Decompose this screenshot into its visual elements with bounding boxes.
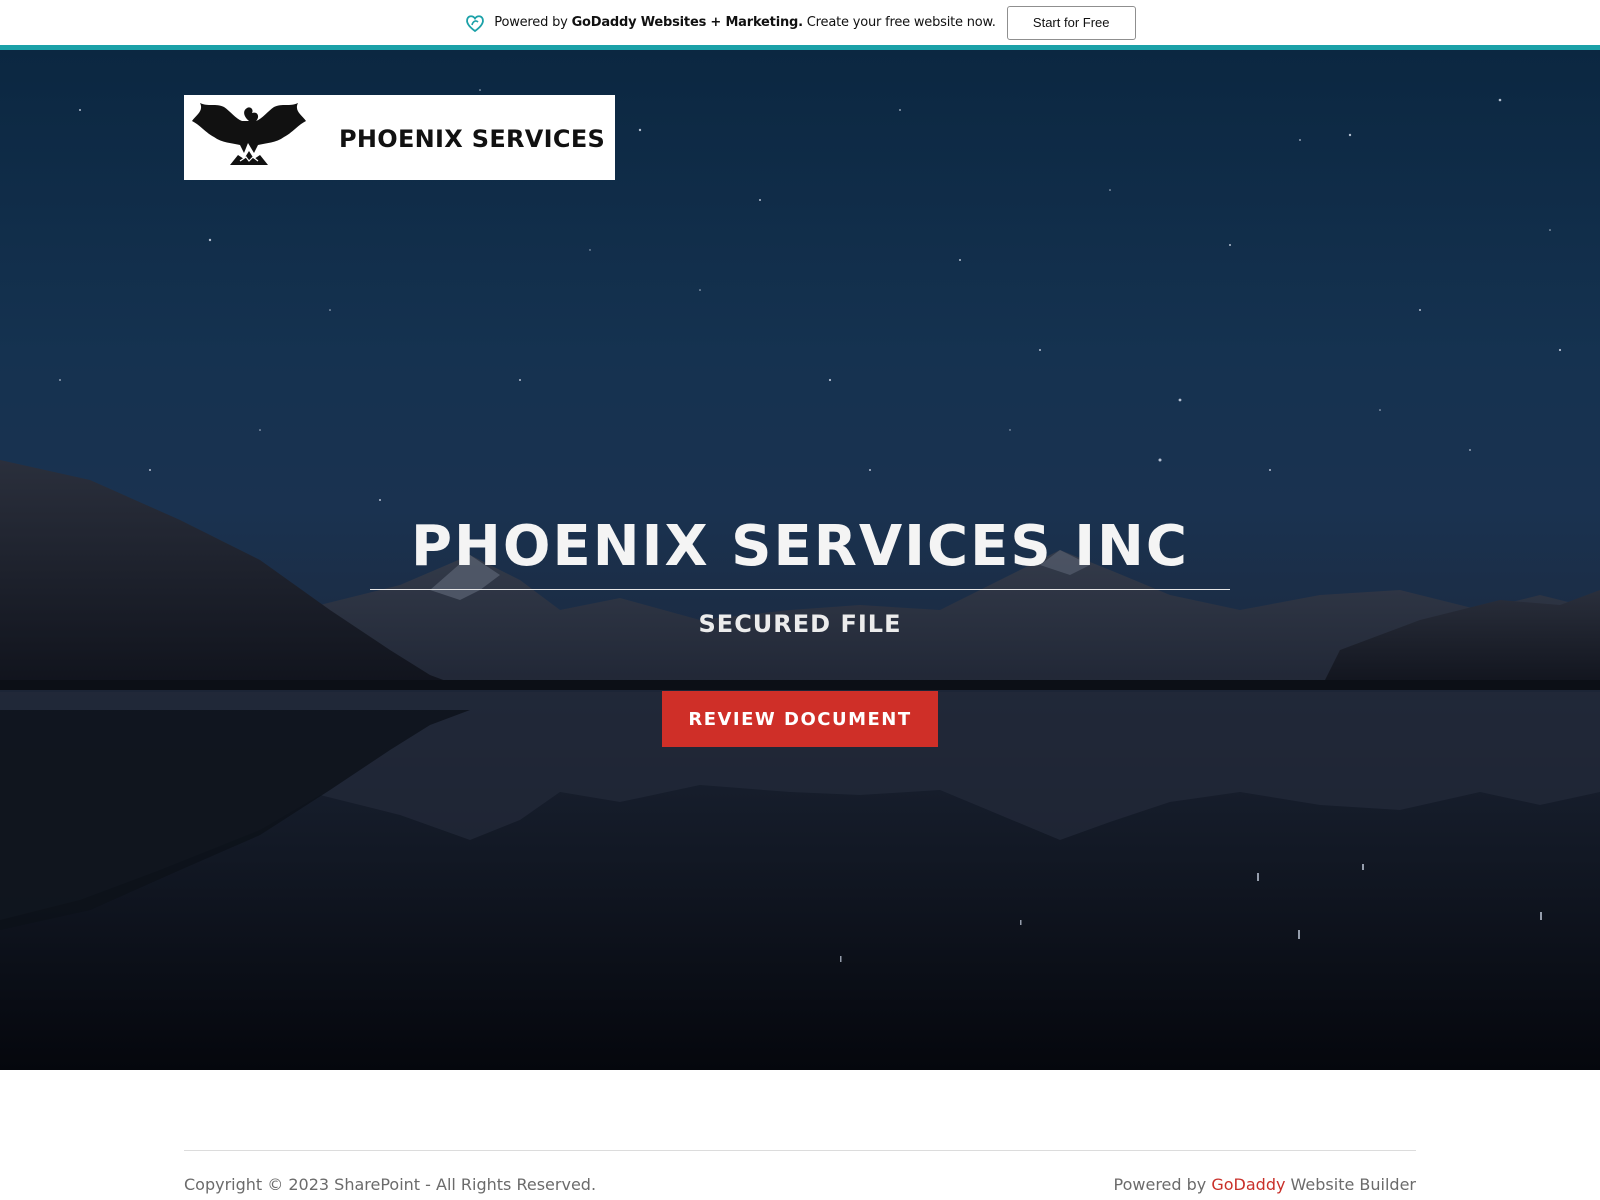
page-title: PHOENIX SERVICES INC — [410, 514, 1189, 579]
page-subtitle: SECURED FILE — [698, 610, 902, 638]
phoenix-bird-icon — [190, 103, 308, 172]
promo-text: Powered by GoDaddy Websites + Marketing.… — [494, 15, 996, 30]
promo-powered-prefix: Powered by — [494, 15, 568, 30]
godaddy-link[interactable]: GoDaddy — [1211, 1175, 1285, 1194]
promo-brand: GoDaddy Websites + Marketing. — [571, 15, 803, 30]
review-document-button[interactable]: REVIEW DOCUMENT — [662, 691, 938, 747]
footer-copyright: Copyright © 2023 SharePoint - All Rights… — [184, 1175, 597, 1194]
footer-powered-suffix: Website Builder — [1290, 1175, 1416, 1194]
start-for-free-button[interactable]: Start for Free — [1006, 5, 1136, 40]
godaddy-heart-icon — [464, 12, 486, 34]
logo-text: PHOENIX SERVICES — [339, 125, 606, 153]
site-logo[interactable]: PHOENIX SERVICES — [184, 95, 615, 180]
title-divider — [370, 589, 1230, 590]
footer-powered-by: Powered by GoDaddy Website Builder — [1114, 1175, 1416, 1194]
footer-divider — [184, 1150, 1416, 1151]
footer-powered-prefix: Powered by — [1113, 1175, 1207, 1194]
promo-bar: Powered by GoDaddy Websites + Marketing.… — [0, 0, 1600, 45]
hero-section: PHOENIX SERVICES PHOENIX SERVICES INC SE… — [0, 50, 1600, 1070]
promo-tagline: Create your free website now. — [806, 15, 996, 30]
